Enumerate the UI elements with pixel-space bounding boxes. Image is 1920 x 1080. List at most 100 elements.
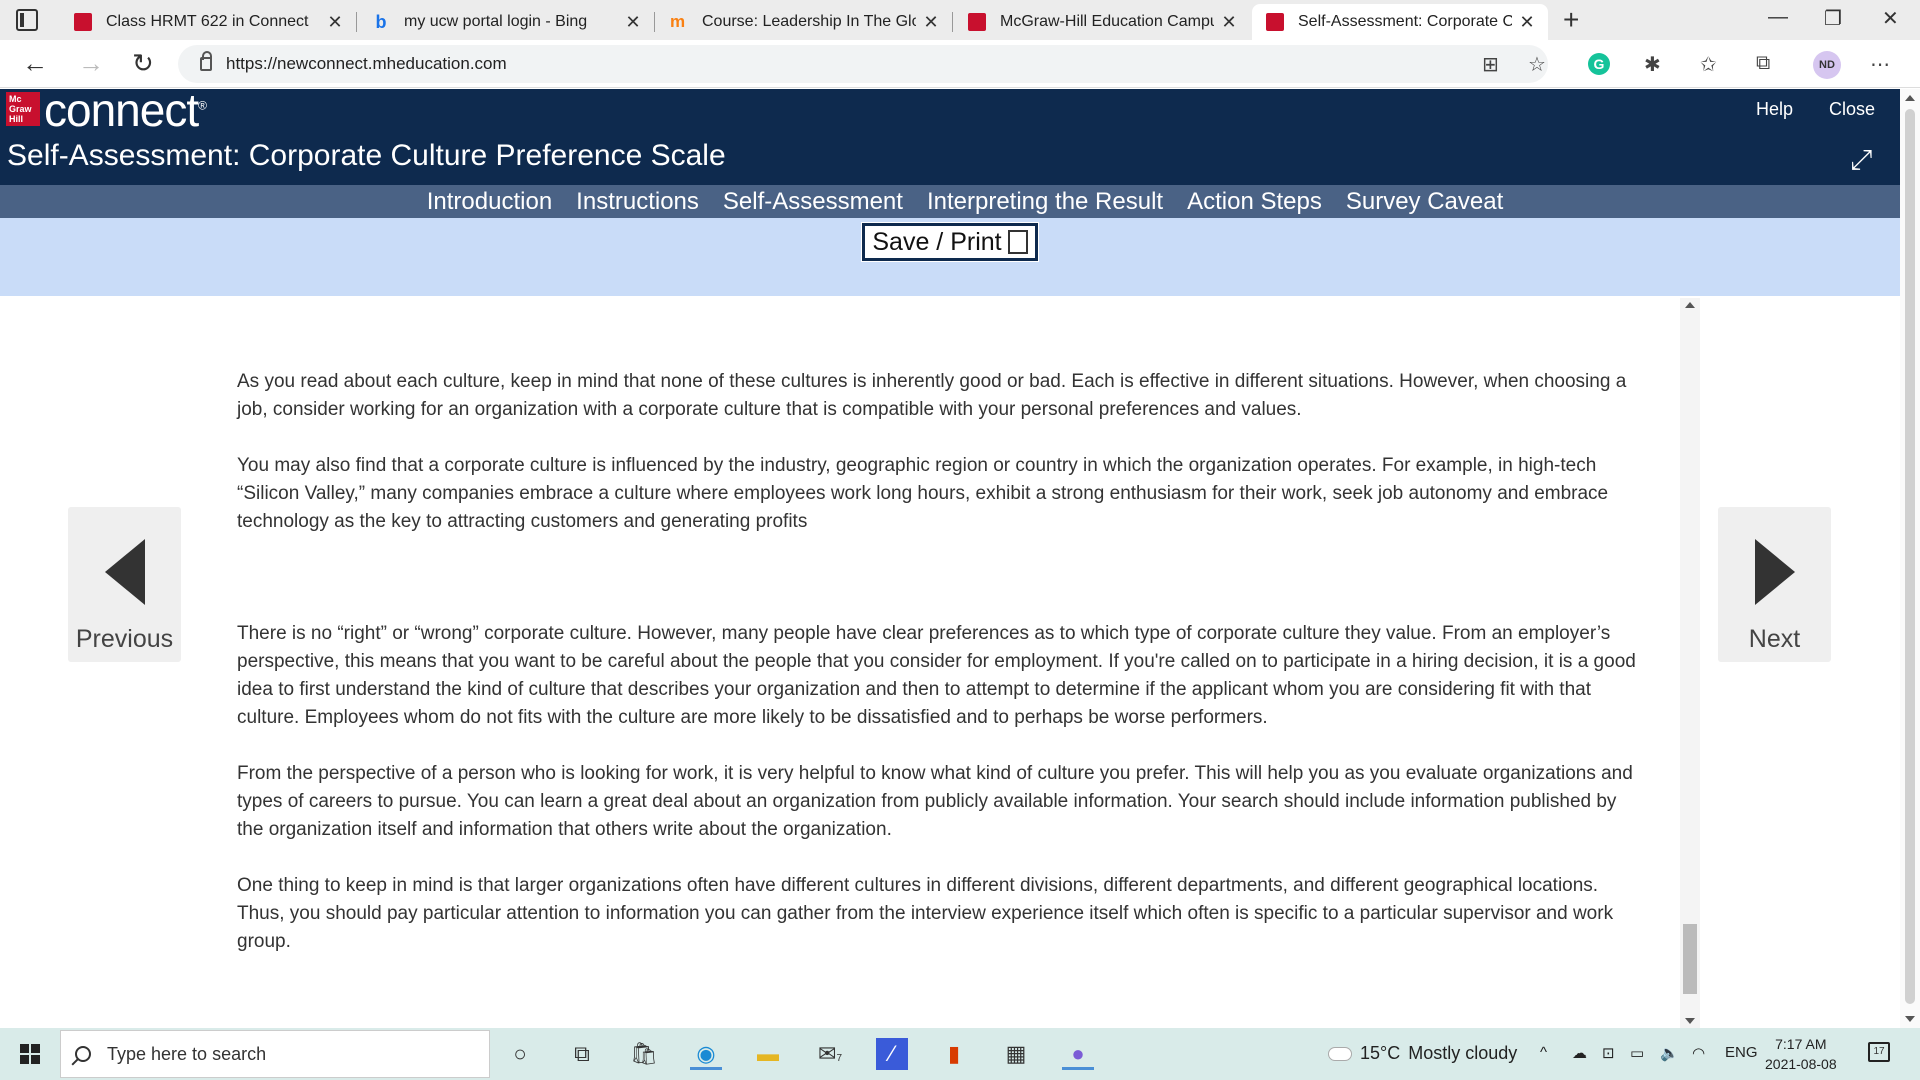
- tab-actions-icon[interactable]: [16, 9, 38, 31]
- mcgraw-hill-logo: Mc Graw Hill: [6, 92, 40, 126]
- scroll-down-icon[interactable]: [1905, 1016, 1915, 1022]
- control-panel-icon[interactable]: ▦: [1000, 1038, 1032, 1070]
- mail-icon[interactable]: ✉7: [814, 1038, 846, 1070]
- taskbar-search-input[interactable]: Type here to search: [60, 1030, 490, 1078]
- save-print-label: Save / Print: [872, 227, 1002, 256]
- mcgraw-hill-icon: [74, 13, 92, 31]
- onedrive-icon[interactable]: ☁: [1572, 1044, 1587, 1062]
- content-paragraph: As you read about each culture, keep in …: [237, 371, 1627, 420]
- browser-tab-active[interactable]: Self-Assessment: Corporate Culture ✕: [1252, 4, 1548, 40]
- tab-title: Class HRMT 622 in Connect: [106, 13, 309, 30]
- close-icon[interactable]: ✕: [326, 12, 344, 33]
- clock-time: 7:17 AM: [1775, 1036, 1827, 1052]
- tab-instructions[interactable]: Instructions: [564, 185, 711, 218]
- previous-label: Previous: [75, 625, 174, 653]
- browser-tab[interactable]: b my ucw portal login - Bing ✕: [358, 4, 655, 40]
- scroll-up-icon[interactable]: [1685, 302, 1695, 308]
- notification-icon[interactable]: 17: [1868, 1042, 1890, 1062]
- collections-icon[interactable]: ⧉: [1756, 52, 1770, 75]
- close-icon[interactable]: ✕: [1518, 12, 1536, 33]
- close-icon[interactable]: ✕: [1220, 12, 1238, 33]
- edge-icon[interactable]: ◉: [690, 1038, 722, 1070]
- content-paragraph: There is no “right” or “wrong” corporate…: [237, 623, 1636, 728]
- weather-widget[interactable]: 15°C Mostly cloudy: [1328, 1043, 1517, 1064]
- app-grid-icon[interactable]: ⊞: [1482, 52, 1499, 77]
- avatar[interactable]: ND: [1813, 51, 1841, 79]
- tab-introduction[interactable]: Introduction: [415, 185, 564, 218]
- previous-button[interactable]: Previous: [68, 507, 181, 662]
- browser-tab[interactable]: Class HRMT 622 in Connect ✕: [60, 4, 357, 40]
- search-icon: [75, 1046, 91, 1062]
- page-scrollbar[interactable]: [1900, 89, 1920, 1028]
- bing-icon: b: [375, 12, 387, 32]
- pdf-icon: [1007, 230, 1028, 254]
- windows-start-icon[interactable]: [20, 1044, 40, 1064]
- weather-temp: 15°C: [1360, 1043, 1401, 1063]
- favorites-icon[interactable]: ✩: [1700, 52, 1717, 77]
- tab-title: Course: Leadership In The Global: [702, 13, 916, 30]
- scroll-up-icon[interactable]: [1905, 95, 1915, 101]
- scrollbar-thumb[interactable]: [1905, 109, 1915, 1004]
- extensions-icon[interactable]: ✱: [1644, 52, 1661, 77]
- tab-action-steps[interactable]: Action Steps: [1175, 185, 1334, 218]
- tab-interpreting-the-result[interactable]: Interpreting the Result: [915, 185, 1175, 218]
- browser-tab[interactable]: McGraw-Hill Education Campus ✕: [954, 4, 1250, 40]
- restore-icon[interactable]: ❐: [1824, 6, 1842, 31]
- next-button[interactable]: Next: [1718, 507, 1831, 662]
- save-bar: Save / Print: [0, 218, 1900, 296]
- next-label: Next: [1748, 625, 1801, 653]
- content-scrollbar[interactable]: [1680, 298, 1700, 1028]
- section-nav: Introduction Instructions Self-Assessmen…: [0, 185, 1900, 218]
- scrollbar-thumb[interactable]: [1683, 924, 1697, 994]
- url-field[interactable]: https://newconnect.mheducation.com: [178, 45, 1548, 83]
- tab-title: McGraw-Hill Education Campus: [1000, 13, 1214, 30]
- tab-survey-caveat[interactable]: Survey Caveat: [1334, 185, 1515, 218]
- language-indicator[interactable]: ENG: [1725, 1044, 1758, 1061]
- network-adapter-icon[interactable]: ⊡: [1602, 1044, 1615, 1062]
- task-view-icon[interactable]: ⧉: [566, 1038, 598, 1070]
- lock-icon: [200, 51, 212, 71]
- more-options-icon[interactable]: ⋯: [1870, 52, 1890, 77]
- close-icon[interactable]: ✕: [624, 12, 642, 33]
- save-print-button[interactable]: Save / Print: [861, 222, 1039, 262]
- cortana-icon[interactable]: ○: [504, 1038, 536, 1070]
- window-close-icon[interactable]: ✕: [1882, 6, 1899, 31]
- file-explorer-icon[interactable]: ▬: [752, 1038, 784, 1070]
- battery-icon[interactable]: ▭: [1630, 1044, 1644, 1062]
- new-tab-icon[interactable]: +: [1563, 6, 1579, 34]
- cloud-icon: [1328, 1046, 1352, 1061]
- mcgraw-hill-icon: [1266, 13, 1284, 31]
- taskbar-clock[interactable]: 7:17 AM 2021-08-08: [1765, 1034, 1837, 1074]
- help-link[interactable]: Help: [1756, 99, 1793, 120]
- browser-tab[interactable]: m Course: Leadership In The Global ✕: [656, 4, 953, 40]
- content-paragraph: You may also find that a corporate cultu…: [237, 455, 1609, 532]
- url-text: https://newconnect.mheducation.com: [226, 54, 507, 73]
- mcgraw-hill-icon: [968, 13, 986, 31]
- office-icon[interactable]: ▮: [938, 1038, 970, 1070]
- store-icon[interactable]: 🛍: [628, 1038, 660, 1070]
- forward-icon[interactable]: →: [78, 48, 104, 79]
- viber-icon[interactable]: ●: [1062, 1038, 1094, 1070]
- expand-icon[interactable]: ⤢: [1850, 144, 1872, 177]
- chevron-up-icon[interactable]: ^: [1540, 1044, 1547, 1061]
- weather-desc: Mostly cloudy: [1408, 1043, 1518, 1063]
- back-icon[interactable]: ←: [22, 48, 48, 79]
- tab-title: my ucw portal login - Bing: [404, 13, 588, 30]
- arrow-left-icon: [104, 539, 145, 605]
- app-icon[interactable]: ⁄: [876, 1038, 908, 1070]
- refresh-icon[interactable]: ↻: [132, 48, 154, 79]
- grammarly-icon[interactable]: G: [1588, 53, 1610, 75]
- wifi-icon[interactable]: ◠: [1692, 1044, 1705, 1062]
- address-bar: ← → ↻ https://newconnect.mheducation.com…: [0, 40, 1920, 88]
- scroll-down-icon[interactable]: [1685, 1018, 1695, 1024]
- close-link[interactable]: Close: [1829, 99, 1875, 120]
- connect-logo: connect®: [44, 84, 207, 136]
- content-paragraph: From the perspective of a person who is …: [237, 763, 1633, 840]
- browser-tab-strip: Class HRMT 622 in Connect ✕ b my ucw por…: [0, 0, 1920, 40]
- volume-icon[interactable]: 🔈: [1660, 1044, 1679, 1062]
- taskbar: Type here to search ○ ⧉ 🛍 ◉ ▬ ✉7 ⁄ ▮ ▦ ●…: [0, 1028, 1920, 1080]
- close-icon[interactable]: ✕: [922, 12, 940, 33]
- minimize-icon[interactable]: —: [1768, 6, 1788, 29]
- tab-self-assessment[interactable]: Self-Assessment: [711, 185, 915, 218]
- add-favorite-icon[interactable]: ☆: [1528, 52, 1546, 77]
